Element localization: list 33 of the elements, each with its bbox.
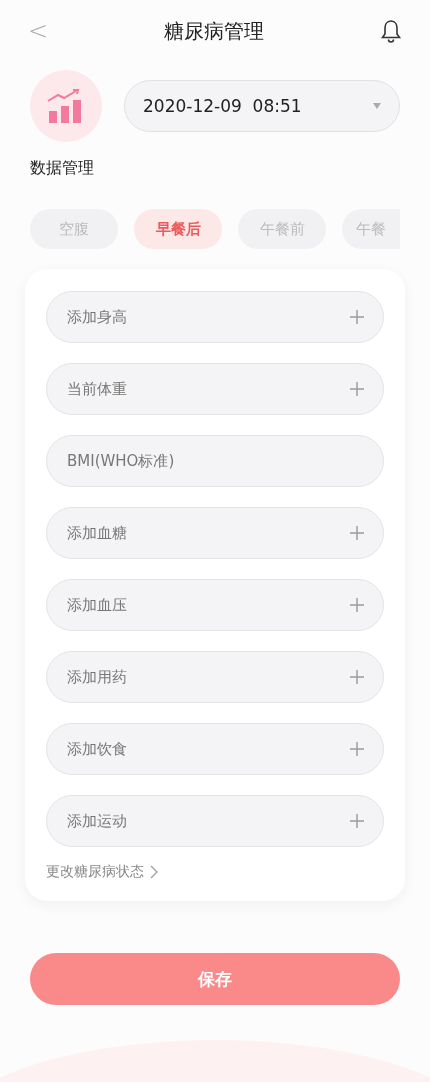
plus-icon[interactable] bbox=[349, 813, 365, 829]
field-label: BMI(WHO标准) bbox=[67, 451, 175, 471]
input-field[interactable]: 添加运动 bbox=[46, 795, 384, 847]
plus-icon[interactable] bbox=[349, 597, 365, 613]
field-label: 添加运动 bbox=[67, 811, 127, 831]
field-label: 添加血糖 bbox=[67, 523, 127, 543]
input-field[interactable]: 添加身高 bbox=[46, 291, 384, 343]
plus-icon[interactable] bbox=[349, 309, 365, 325]
input-field[interactable]: 添加血压 bbox=[46, 579, 384, 631]
back-button[interactable]: < bbox=[28, 17, 49, 45]
meal-tab[interactable]: 早餐后 bbox=[134, 209, 222, 249]
field-label: 添加饮食 bbox=[67, 739, 127, 759]
field-label: 添加身高 bbox=[67, 307, 127, 327]
input-field[interactable]: 添加用药 bbox=[46, 651, 384, 703]
field-label: 添加用药 bbox=[67, 667, 127, 687]
input-field[interactable]: BMI(WHO标准) bbox=[46, 435, 384, 487]
section-label: 数据管理 bbox=[29, 157, 95, 179]
input-field[interactable]: 添加饮食 bbox=[46, 723, 384, 775]
status-link[interactable]: 更改糖尿病状态 bbox=[46, 863, 158, 881]
save-button[interactable]: 保存 bbox=[30, 953, 400, 1005]
dropdown-icon bbox=[373, 103, 381, 109]
bell-icon[interactable] bbox=[380, 19, 402, 43]
chevron-icon bbox=[150, 865, 158, 879]
page-title: 糖尿病管理 bbox=[164, 17, 265, 45]
input-field[interactable]: 添加血糖 bbox=[46, 507, 384, 559]
plus-icon[interactable] bbox=[349, 525, 365, 541]
plus-icon[interactable] bbox=[349, 669, 365, 685]
date-picker[interactable]: 2020-12-09 08:51 bbox=[124, 80, 400, 132]
plus-icon[interactable] bbox=[349, 381, 365, 397]
input-field[interactable]: 当前体重 bbox=[46, 363, 384, 415]
field-label: 当前体重 bbox=[67, 379, 127, 399]
plus-icon[interactable] bbox=[349, 741, 365, 757]
field-label: 添加血压 bbox=[67, 595, 127, 615]
